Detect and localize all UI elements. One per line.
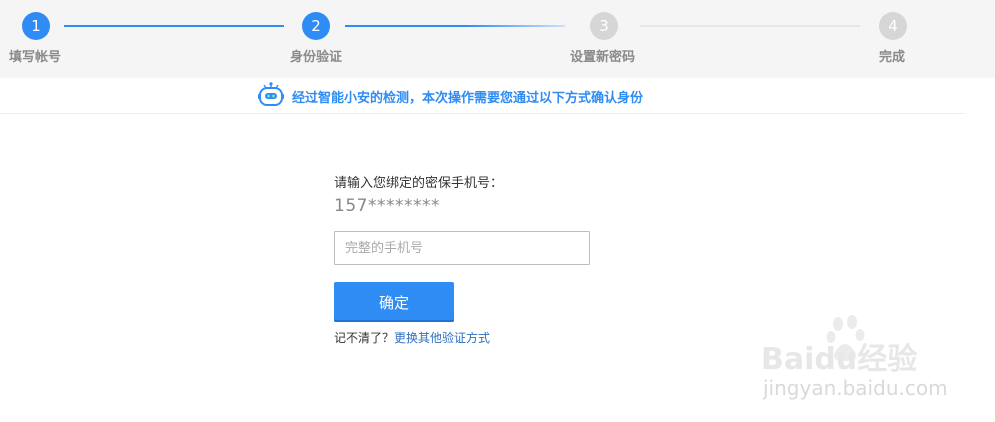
notice-text: 经过智能小安的检测，本次操作需要您通过以下方式确认身份 [292, 91, 644, 106]
step-3-number: 3 [590, 12, 618, 40]
watermark-brand: Baidu经验 [761, 342, 918, 377]
phone-prompt: 请输入您绑定的密保手机号： [334, 176, 504, 191]
step-connector-3 [640, 25, 860, 27]
robot-icon [257, 82, 285, 108]
step-4-label: 完成 [879, 50, 906, 65]
step-connector-2 [345, 25, 565, 27]
step-1-label: 填写帐号 [9, 50, 62, 65]
security-notice: 经过智能小安的检测，本次操作需要您通过以下方式确认身份 [0, 78, 965, 114]
forgot-hint: 记不清了？更换其他验证方式 [334, 329, 490, 346]
step-2-number: 2 [302, 12, 330, 40]
forgot-text: 记不清了？ [334, 331, 395, 345]
step-2-label: 身份验证 [290, 50, 343, 65]
confirm-button[interactable]: 确定 [334, 282, 454, 322]
step-1-number: 1 [22, 12, 50, 40]
step-4-number: 4 [879, 12, 907, 40]
other-method-link[interactable]: 更换其他验证方式 [394, 331, 490, 345]
step-3-label: 设置新密码 [570, 50, 636, 65]
step-connector-1 [64, 25, 284, 27]
watermark-url: jingyan.baidu.com [763, 376, 948, 400]
phone-input[interactable] [334, 231, 590, 265]
progress-stepper: 1 填写帐号 2 身份验证 3 设置新密码 4 完成 [0, 0, 995, 78]
masked-phone-number: 157******** [334, 196, 440, 216]
